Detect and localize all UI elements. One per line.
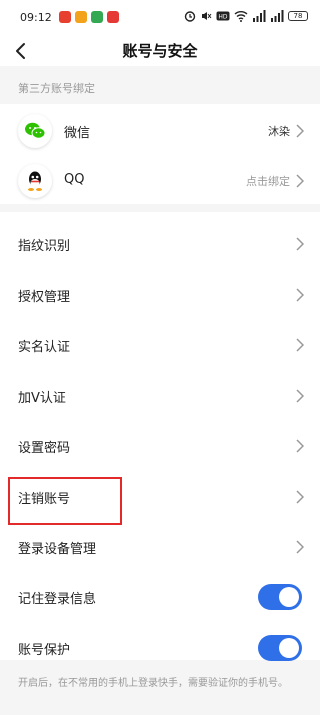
account-row-qq[interactable]: QQ 点击绑定	[0, 156, 320, 204]
footer-note: 开启后，在不常用的手机上登录快手，需要验证你的手机号。	[18, 678, 288, 689]
chevron-right-icon	[296, 123, 305, 138]
app-notification-icon	[59, 11, 71, 23]
settings-item-account-protection: 账号保护	[0, 622, 320, 672]
settings-item-label: 实名认证	[18, 340, 71, 355]
settings-item-label: 账号保护	[18, 643, 71, 658]
account-name-qq: QQ	[64, 172, 85, 187]
mute-icon	[200, 10, 212, 22]
alarm-icon	[184, 10, 196, 22]
account-value-wechat: 沐染	[268, 125, 290, 138]
app-notification-icon	[75, 11, 87, 23]
third-party-accounts: 微信 沐染 QQ 点击绑定	[0, 104, 320, 204]
settings-item-label: 授权管理	[18, 290, 71, 305]
settings-item-login-devices[interactable]: 登录设备管理	[0, 521, 320, 571]
account-name-wechat: 微信	[64, 126, 91, 141]
status-time: 09:12	[20, 11, 52, 24]
app-notification-icon	[91, 11, 103, 23]
chevron-right-icon	[296, 489, 305, 504]
qq-icon	[18, 164, 52, 198]
chevron-right-icon	[296, 388, 305, 403]
chevron-right-icon	[296, 337, 305, 352]
wechat-icon	[18, 114, 52, 148]
settings-item-remember-login: 记住登录信息	[0, 571, 320, 621]
signal-icon	[252, 10, 266, 22]
battery-indicator: 78	[288, 11, 308, 21]
settings-item-set-password[interactable]: 设置密码	[0, 420, 320, 470]
highlight-box	[8, 477, 122, 525]
status-icons: HD 78	[184, 10, 308, 22]
settings-item-label: 加V认证	[18, 391, 66, 406]
settings-item-label: 记住登录信息	[18, 592, 97, 607]
settings-item-v-verify[interactable]: 加V认证	[0, 370, 320, 420]
settings-item-label: 指纹识别	[18, 239, 71, 254]
signal-icon	[270, 10, 284, 22]
chevron-right-icon	[296, 236, 305, 251]
settings-list: 指纹识别 授权管理 实名认证 加V认证 设置密码 注销账号 登录设备管理 记住登…	[0, 212, 320, 661]
account-protection-toggle[interactable]	[258, 635, 302, 661]
settings-item-label: 设置密码	[18, 441, 71, 456]
wifi-icon	[234, 10, 248, 22]
settings-item-real-name[interactable]: 实名认证	[0, 319, 320, 369]
chevron-right-icon	[296, 539, 305, 554]
section-label-third-party: 第三方账号绑定	[18, 82, 95, 95]
svg-text:HD: HD	[218, 14, 228, 21]
status-bar: 09:12 HD 78	[0, 0, 320, 36]
settings-item-label: 登录设备管理	[18, 542, 97, 557]
settings-item-authorization[interactable]: 授权管理	[0, 269, 320, 319]
notification-icons	[59, 11, 119, 23]
nav-bar: 账号与安全	[0, 36, 320, 66]
page-title: 账号与安全	[122, 42, 198, 60]
settings-item-fingerprint[interactable]: 指纹识别	[0, 218, 320, 268]
remember-login-toggle[interactable]	[258, 584, 302, 610]
hd-icon: HD	[216, 10, 230, 22]
app-notification-icon	[107, 11, 119, 23]
chevron-right-icon	[296, 287, 305, 302]
toggle-knob	[279, 587, 299, 607]
account-value-qq: 点击绑定	[246, 175, 290, 188]
chevron-right-icon	[296, 438, 305, 453]
toggle-knob	[279, 638, 299, 658]
account-row-wechat[interactable]: 微信 沐染	[0, 106, 320, 154]
chevron-right-icon	[296, 173, 305, 188]
